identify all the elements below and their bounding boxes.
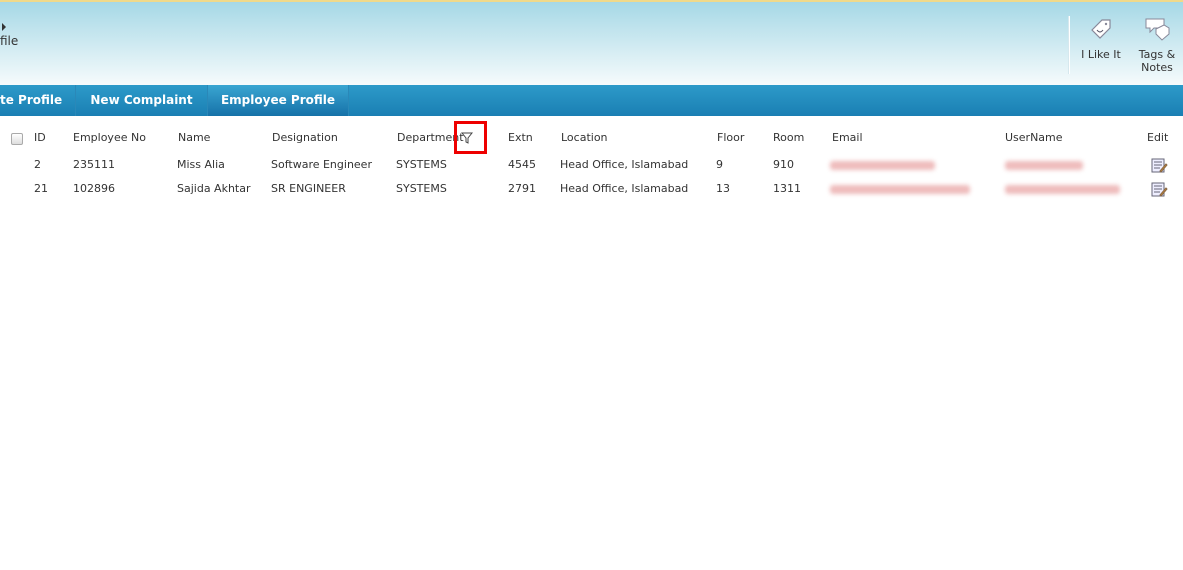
ribbon: file I Like It Tags & Notes [0, 0, 1183, 85]
breadcrumb[interactable]: file [0, 34, 18, 48]
header-email[interactable]: Email [832, 131, 863, 144]
cell-room: 910 [773, 158, 794, 171]
ribbon-divider [1069, 16, 1070, 74]
header-location[interactable]: Location [561, 131, 608, 144]
breadcrumb-arrow-icon[interactable] [2, 23, 6, 31]
cell-extn: 2791 [508, 182, 536, 195]
cell-floor: 13 [716, 182, 730, 195]
cell-name: Miss Alia [177, 158, 225, 171]
header-extn[interactable]: Extn [508, 131, 533, 144]
table-row[interactable]: 2 235111 Miss Alia Software Engineer SYS… [0, 158, 1183, 178]
header-room[interactable]: Room [773, 131, 804, 144]
edit-icon[interactable] [1151, 158, 1168, 174]
cell-employee-no: 102896 [73, 182, 115, 195]
header-username[interactable]: UserName [1005, 131, 1063, 144]
cell-location: Head Office, Islamabad [560, 182, 689, 195]
tab-employee-profile[interactable]: Employee Profile [208, 85, 349, 116]
i-like-it-label: I Like It [1081, 48, 1121, 61]
tags-notes-icon [1145, 18, 1170, 41]
table-row[interactable]: 21 102896 Sajida Akhtar SR ENGINEER SYST… [0, 182, 1183, 202]
select-all-checkbox[interactable] [11, 133, 23, 145]
cell-id: 21 [34, 182, 48, 195]
tab-update-profile[interactable]: te Profile [0, 85, 76, 116]
cell-id: 2 [34, 158, 41, 171]
header-floor[interactable]: Floor [717, 131, 744, 144]
header-employee-no[interactable]: Employee No [73, 131, 146, 144]
cell-email-redacted [830, 185, 970, 194]
cell-username-redacted [1005, 161, 1083, 170]
tags-notes-button[interactable]: Tags & Notes [1132, 16, 1182, 74]
cell-username-redacted [1005, 185, 1120, 194]
cell-extn: 4545 [508, 158, 536, 171]
cell-floor: 9 [716, 158, 723, 171]
cell-designation: SR ENGINEER [271, 182, 346, 195]
i-like-it-button[interactable]: I Like It [1076, 16, 1126, 61]
cell-designation: Software Engineer [271, 158, 372, 171]
tags-label: Tags & [1138, 48, 1176, 61]
tag-smile-icon [1091, 19, 1111, 39]
notes-label: Notes [1141, 61, 1173, 74]
cell-location: Head Office, Islamabad [560, 158, 689, 171]
edit-icon[interactable] [1151, 182, 1168, 198]
cell-email-redacted [830, 161, 935, 170]
header-id[interactable]: ID [34, 131, 46, 144]
cell-department: SYSTEMS [396, 182, 447, 195]
header-name[interactable]: Name [178, 131, 210, 144]
top-nav: te Profile New Complaint Employee Profil… [0, 85, 1183, 116]
tab-new-complaint[interactable]: New Complaint [76, 85, 208, 116]
cell-employee-no: 235111 [73, 158, 115, 171]
cell-department: SYSTEMS [396, 158, 447, 171]
filter-highlight [454, 121, 487, 154]
header-designation[interactable]: Designation [272, 131, 338, 144]
header-edit: Edit [1147, 131, 1169, 144]
table-header: ID Employee No Name Designation Departme… [0, 131, 1183, 151]
cell-name: Sajida Akhtar [177, 182, 251, 195]
cell-room: 1311 [773, 182, 801, 195]
